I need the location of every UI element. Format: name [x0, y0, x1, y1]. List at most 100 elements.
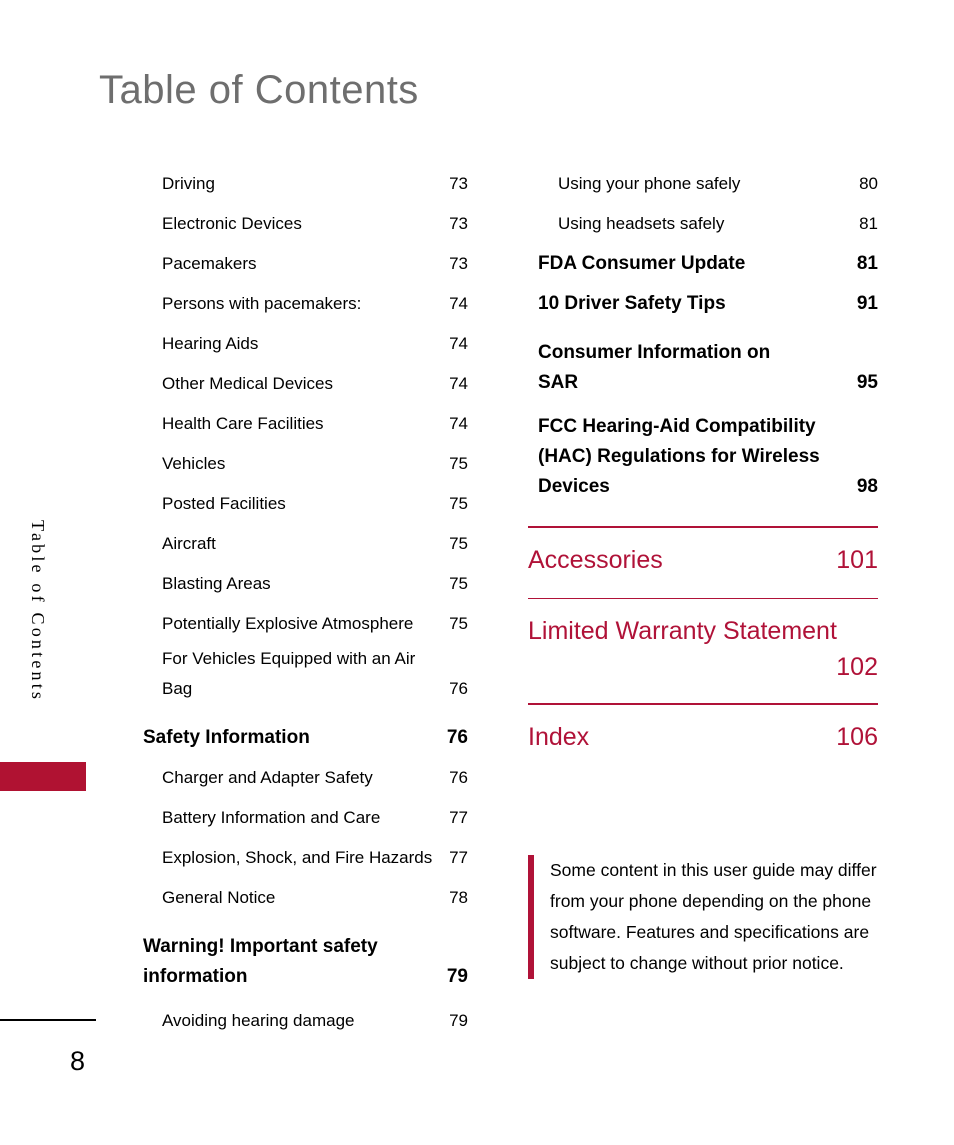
toc-part-title: Index: [528, 722, 590, 751]
toc-entry-title: Explosion, Shock, and Fire Hazards: [162, 848, 433, 867]
toc-entry-title: Using your phone safely: [558, 174, 741, 193]
toc-entry[interactable]: Explosion, Shock, and Fire Hazards 77: [143, 838, 468, 878]
toc-entry-page: 91: [856, 293, 878, 314]
toc-entry[interactable]: Aircraft 75: [143, 524, 468, 564]
toc-entry-page: 98: [856, 476, 878, 497]
toc-entry-page: 79: [446, 966, 468, 987]
toc-column-left: Driving 73 Electronic Devices 73 Pacemak…: [143, 164, 468, 1036]
toc-entry[interactable]: Using headsets safely 81: [528, 204, 878, 244]
toc-entry-title: Using headsets safely: [558, 214, 725, 233]
toc-entry-heading[interactable]: Safety Information 76: [143, 718, 468, 758]
toc-entry-title: Persons with pacemakers:: [162, 294, 362, 313]
toc-entry-page: 81: [859, 214, 878, 233]
toc-entry-page: 76: [449, 768, 468, 787]
toc-entry-title: Driving: [162, 174, 215, 193]
toc-part-page: 106: [836, 722, 878, 751]
toc-entry[interactable]: Driving 73: [143, 164, 468, 204]
toc-entry[interactable]: Posted Facilities 75: [143, 484, 468, 524]
toc-part-entry[interactable]: Accessories 101: [528, 542, 878, 578]
toc-entry-title: 10 Driver Safety Tips: [538, 293, 726, 314]
toc-entry-title: FDA Consumer Update: [538, 253, 746, 274]
toc-entry[interactable]: Hearing Aids 74: [143, 324, 468, 364]
toc-entry[interactable]: Health Care Facilities 74: [143, 404, 468, 444]
side-tab-marker: [0, 762, 86, 791]
toc-entry-page: 77: [449, 848, 468, 867]
toc-entry[interactable]: For Vehicles Equipped with an Air Bag 76: [143, 644, 468, 704]
toc-entry[interactable]: General Notice 78: [143, 878, 468, 918]
toc-entry-heading[interactable]: Warning! Important safety information 79: [143, 932, 468, 992]
toc-entry-title: Charger and Adapter Safety: [162, 768, 373, 787]
note-box: Some content in this user guide may diff…: [528, 855, 878, 979]
toc-entry-title: Potentially Explosive Atmosphere: [162, 614, 414, 633]
toc-entry-page: 76: [446, 727, 468, 748]
toc-entry[interactable]: Vehicles 75: [143, 444, 468, 484]
toc-entry-title: Hearing Aids: [162, 334, 259, 353]
toc-entry[interactable]: Other Medical Devices 74: [143, 364, 468, 404]
toc-entry[interactable]: Avoiding hearing damage 79: [143, 1006, 468, 1036]
toc-entry-title-line1: Warning! Important safety: [143, 936, 378, 957]
toc-entry-page: 73: [449, 174, 468, 193]
toc-part-title: Accessories: [528, 545, 663, 574]
toc-entry[interactable]: Pacemakers 73: [143, 244, 468, 284]
toc-entry-page: 75: [449, 494, 468, 513]
toc-entry[interactable]: Potentially Explosive Atmosphere 75: [143, 604, 468, 644]
toc-entry-title: Aircraft: [162, 534, 216, 553]
toc-part-title: Limited Warranty Statement: [528, 617, 837, 646]
toc-entry[interactable]: Using your phone safely 80: [528, 164, 878, 204]
toc-entry-page: 81: [856, 253, 878, 274]
toc-entry-title: Vehicles: [162, 454, 226, 473]
toc-entry-title: Avoiding hearing damage: [162, 1011, 355, 1030]
toc-part-entry[interactable]: Limited Warranty Statement 102: [528, 613, 878, 685]
toc-entry-page: 74: [449, 294, 468, 313]
toc-entry-title: Other Medical Devices: [162, 374, 334, 393]
toc-entry-page: 95: [856, 372, 878, 393]
toc-entry-title: Blasting Areas: [162, 574, 271, 593]
toc-entry-page: 78: [449, 888, 468, 907]
toc-part-entry[interactable]: Index 106: [528, 719, 878, 755]
toc-entry[interactable]: Blasting Areas 75: [143, 564, 468, 604]
toc-entry-title-line1: Consumer Information on: [538, 342, 771, 363]
toc-entry-page: 75: [449, 534, 468, 553]
toc-entry-title: Pacemakers: [162, 254, 257, 273]
toc-entry-page: 73: [449, 214, 468, 233]
toc-entry-heading[interactable]: Consumer Information on SAR 95: [528, 338, 878, 398]
toc-entry-title-line1: FCC Hearing-Aid Compatibility: [538, 416, 816, 437]
toc-entry-page: 80: [859, 174, 878, 193]
toc-column-right: Using your phone safely 80 Using headset…: [528, 164, 878, 755]
toc-part-page: 101: [836, 545, 878, 574]
toc-entry-page: 74: [449, 414, 468, 433]
toc-entry-page: 75: [449, 454, 468, 473]
toc-entry-title: General Notice: [162, 888, 276, 907]
note-text: Some content in this user guide may diff…: [550, 860, 877, 973]
toc-entry-heading[interactable]: 10 Driver Safety Tips 91: [528, 284, 878, 324]
toc-entry-title: Posted Facilities: [162, 494, 286, 513]
side-tab: Table of Contents: [0, 520, 96, 790]
page-number: 8: [70, 1046, 86, 1076]
toc-entry-title-line1: For Vehicles Equipped with an Air: [162, 649, 416, 668]
toc-entry[interactable]: Charger and Adapter Safety 76: [143, 758, 468, 798]
toc-entry-heading[interactable]: FCC Hearing-Aid Compatibility (HAC) Regu…: [528, 412, 878, 502]
toc-entry-title: Health Care Facilities: [162, 414, 324, 433]
toc-entry-page: 75: [449, 614, 468, 633]
toc-entry-page: 73: [449, 254, 468, 273]
toc-part-page: 102: [836, 653, 878, 682]
toc-entry-heading[interactable]: FDA Consumer Update 81: [528, 244, 878, 284]
toc-entry-page: 79: [449, 1011, 468, 1030]
toc-entry-title-line2: (HAC) Regulations for Wireless: [538, 446, 820, 467]
toc-entry-title-line2: information: [143, 966, 248, 987]
toc-entry-page: 75: [449, 574, 468, 593]
toc-entry-page: 74: [449, 334, 468, 353]
toc-entry[interactable]: Battery Information and Care 77: [143, 798, 468, 838]
toc-entry-title: Safety Information: [143, 727, 310, 748]
toc-entry-page: 76: [449, 679, 468, 698]
page-title: Table of Contents: [99, 68, 419, 112]
toc-entry-title-line2: Bag: [162, 679, 193, 698]
toc-entry[interactable]: Persons with pacemakers: 74: [143, 284, 468, 324]
toc-entry[interactable]: Electronic Devices 73: [143, 204, 468, 244]
side-tab-label: Table of Contents: [28, 520, 48, 703]
toc-entry-title-line2: SAR: [538, 372, 579, 393]
toc-entry-title: Electronic Devices: [162, 214, 302, 233]
toc-entry-page: 74: [449, 374, 468, 393]
toc-entry-title-line3: Devices: [538, 476, 610, 497]
footer-divider: [0, 1019, 96, 1021]
